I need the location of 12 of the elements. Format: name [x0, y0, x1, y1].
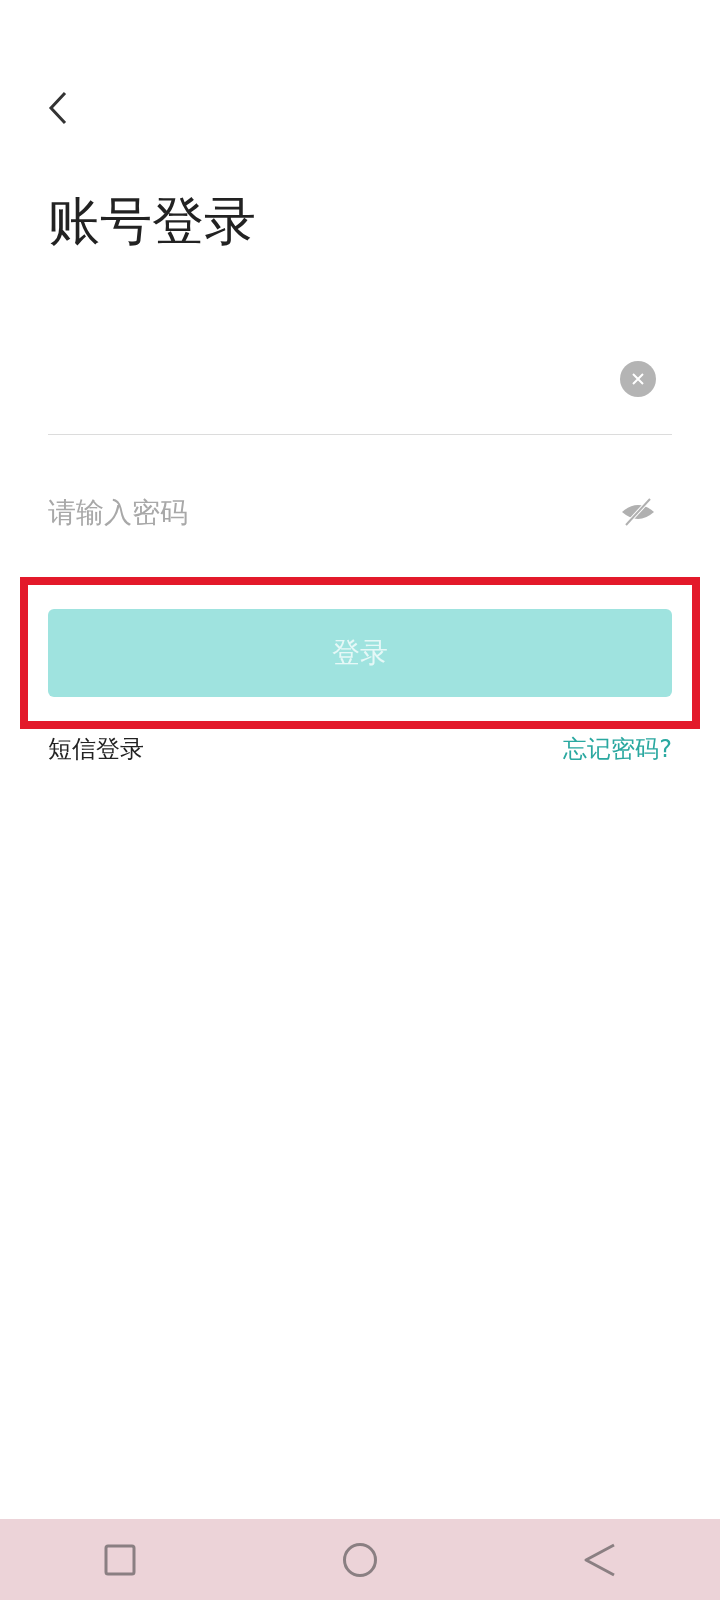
close-icon [631, 372, 645, 387]
home-button[interactable] [342, 1541, 378, 1578]
password-field[interactable]: 请输入密码 [48, 482, 620, 543]
sms-login-link[interactable]: 短信登录 [48, 733, 144, 766]
page-title: 账号登录 [48, 190, 256, 253]
chevron-left-icon [48, 91, 68, 125]
circle-icon [342, 1541, 378, 1578]
forgot-password-link[interactable]: 忘记密码? [563, 733, 672, 766]
square-icon [104, 1543, 136, 1576]
back-nav-button[interactable] [583, 1542, 617, 1577]
recents-button[interactable] [104, 1543, 136, 1576]
clear-button[interactable] [620, 361, 656, 398]
